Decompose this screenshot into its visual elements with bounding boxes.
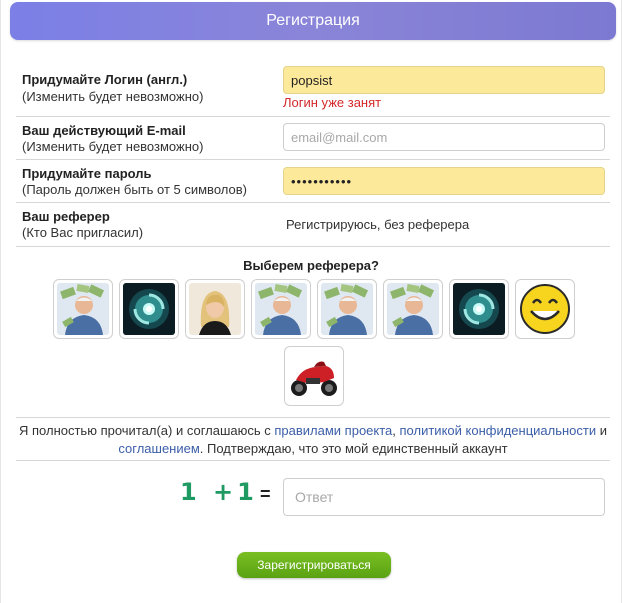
agreement-text-part: и [596, 423, 607, 438]
referrer-value: Регистрируюсь, без реферера [286, 217, 470, 232]
register-button[interactable]: Зарегистрироваться [237, 552, 391, 578]
password-row: Придумайте пароль (Пароль должен быть от… [16, 160, 610, 203]
captcha-equals: = [260, 484, 271, 504]
referrer-avatar-smiley[interactable] [515, 279, 575, 339]
swirl-icon [453, 283, 505, 335]
agreement-text: Я полностью прочитал(а) и соглашаюсь с п… [16, 417, 610, 461]
rules-link[interactable]: правилами проекта [274, 423, 392, 438]
login-input[interactable] [283, 66, 605, 94]
smiley-icon [519, 283, 571, 335]
referrer-avatar-swirl[interactable] [449, 279, 509, 339]
referrer-avatar-motorcycle[interactable] [284, 346, 344, 406]
login-label: Придумайте Логин (англ.) [22, 72, 188, 87]
agreement-text-part: . Подтверждаю, что это мой единственный … [199, 441, 508, 456]
money-man-icon [255, 283, 307, 335]
referrer-label: Ваш реферер [22, 209, 110, 224]
referrer-avatar-swirl[interactable] [119, 279, 179, 339]
money-man-icon [321, 283, 373, 335]
terms-link[interactable]: соглашением [118, 441, 199, 456]
choose-referrer-title: Выберем реферера? [243, 258, 379, 273]
login-hint: (Изменить будет невозможно) [22, 89, 204, 104]
login-error: Логин уже занят [283, 95, 382, 110]
captcha-question: 1 +1 [180, 478, 258, 506]
email-hint: (Изменить будет невозможно) [22, 139, 204, 154]
email-row: Ваш действующий E-mail (Изменить будет н… [16, 117, 610, 160]
password-hint: (Пароль должен быть от 5 символов) [22, 182, 247, 197]
woman-icon [189, 283, 241, 335]
referrer-hint: (Кто Вас пригласил) [22, 225, 144, 240]
captcha-answer-input[interactable] [283, 478, 605, 516]
password-label: Придумайте пароль [22, 166, 152, 181]
privacy-policy-link[interactable]: политикой конфиденциальности [400, 423, 597, 438]
agreement-text-part: Я полностью прочитал(а) и соглашаюсь с [19, 423, 275, 438]
swirl-icon [123, 283, 175, 335]
email-label: Ваш действующий E-mail [22, 123, 186, 138]
referrer-avatar-money-man[interactable] [53, 279, 113, 339]
referrer-avatar-money-man[interactable] [251, 279, 311, 339]
money-man-icon [387, 283, 439, 335]
password-input[interactable] [283, 167, 605, 195]
referrer-avatar-money-man[interactable] [317, 279, 377, 339]
agreement-text-part: , [392, 423, 400, 438]
page-title: Регистрация [10, 2, 616, 40]
money-man-icon [57, 283, 109, 335]
email-input[interactable] [283, 123, 605, 151]
referrer-avatar-blonde-woman[interactable] [185, 279, 245, 339]
login-row: Придумайте Логин (англ.) (Изменить будет… [16, 60, 610, 117]
referrer-row: Ваш реферер (Кто Вас пригласил) Регистри… [16, 203, 610, 247]
referrer-avatar-money-man[interactable] [383, 279, 443, 339]
motorcycle-icon [288, 350, 340, 402]
